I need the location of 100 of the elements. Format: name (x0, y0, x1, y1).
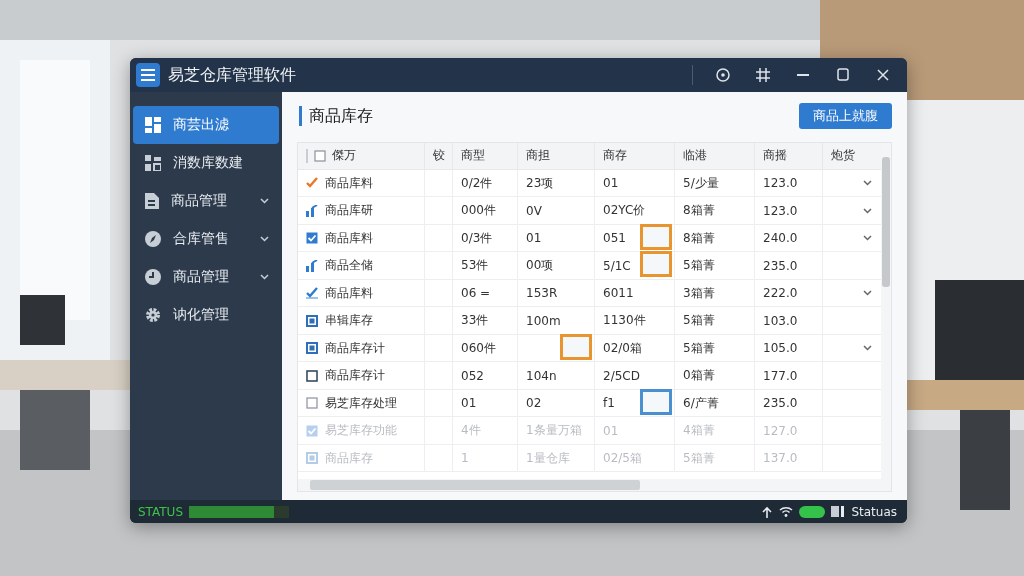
table-cell: 33件 (461, 312, 489, 330)
table-cell: 153R (526, 286, 558, 301)
table-cell: 240.0 (763, 231, 798, 246)
checkbox-icon[interactable] (306, 232, 318, 245)
chevron-down-icon[interactable] (863, 235, 872, 242)
table-cell: 1130件 (603, 312, 646, 330)
status-text: Statuas (851, 504, 897, 519)
table-cell: 5箱菁 (683, 312, 715, 330)
sidebar-item[interactable]: 商品管理 (133, 182, 279, 220)
table-cell: 103.0 (763, 313, 798, 328)
vertical-scrollbar[interactable] (881, 142, 891, 491)
table-cell: 4件 (461, 422, 481, 440)
table-cell: 商品库存 (325, 449, 373, 467)
checkbox-icon[interactable] (306, 314, 318, 327)
column-header[interactable]: 炮货 (823, 142, 883, 170)
table-cell: 127.0 (763, 423, 798, 438)
bar-chart-icon (306, 204, 318, 217)
close-icon[interactable] (877, 69, 889, 81)
table-cell: 1 (461, 451, 469, 466)
checkbox-icon[interactable] (306, 369, 318, 382)
settings-icon (145, 307, 161, 323)
table-cell: 商品库存计 (325, 367, 385, 385)
table-cell: 222.0 (763, 286, 798, 301)
column-header[interactable]: 商存 (595, 142, 675, 170)
column-header[interactable]: 商型 (453, 142, 518, 170)
checkbox-icon[interactable] (306, 287, 318, 300)
table-cell: 6011 (603, 286, 634, 301)
tick-icon (306, 177, 318, 190)
table-cell: 8箱菁 (683, 229, 715, 247)
upload-icon (761, 505, 774, 518)
table-cell: 5箱菁 (683, 449, 715, 467)
compass-icon (145, 231, 161, 247)
table-cell: 5箱菁 (683, 339, 715, 357)
table-cell: 01 (526, 231, 542, 246)
table-cell: 02 (526, 396, 542, 411)
table-cell: 5/1C (603, 258, 631, 273)
window-title: 易芝仓库管理软件 (168, 64, 297, 86)
checkbox-icon[interactable] (314, 149, 326, 162)
column-header[interactable]: 傑万 (332, 147, 356, 165)
table-cell: 1条量万箱 (526, 422, 582, 440)
horizontal-scrollbar[interactable] (298, 479, 883, 491)
table-cell: 01 (603, 423, 619, 438)
clock-icon (145, 269, 161, 285)
table-cell: 商品库料 (325, 229, 373, 247)
column-header[interactable]: 商担 (518, 142, 595, 170)
maximize-icon[interactable] (837, 68, 849, 82)
checkbox-icon[interactable] (306, 342, 318, 355)
bar-chart-icon (306, 259, 318, 272)
table-cell: 5/少量 (683, 174, 719, 192)
toggle-switch[interactable] (799, 505, 826, 518)
action-button[interactable]: 商品上就腹 (799, 102, 892, 129)
table-cell: 02/5箱 (603, 449, 642, 467)
table-cell: 商品全储 (325, 257, 373, 275)
table-cell: 235.0 (763, 396, 798, 411)
column-header[interactable]: 临港 (675, 142, 755, 170)
menu-button[interactable] (136, 63, 160, 87)
table-cell: 3箱菁 (683, 284, 715, 302)
table-cell: 01 (461, 396, 477, 411)
sidebar-item[interactable]: 消数库数建 (133, 144, 279, 182)
table-cell: 0/3件 (461, 229, 493, 247)
sidebar-item[interactable]: 商芸出滤 (133, 106, 279, 144)
table-cell: 052 (461, 368, 484, 383)
table-cell: 0V (526, 203, 542, 218)
table-cell: 串辑库存 (325, 312, 373, 330)
checkbox-icon[interactable] (306, 397, 318, 410)
table-cell: 4箱菁 (683, 422, 715, 440)
table-cell: 060件 (461, 339, 496, 357)
table-cell: 000件 (461, 202, 496, 220)
table-cell: 53件 (461, 257, 489, 275)
column-header[interactable]: 铰 (425, 142, 453, 170)
sidebar-item[interactable]: 合库管售 (133, 220, 279, 258)
table-cell: 177.0 (763, 368, 798, 383)
table-cell: 5箱菁 (683, 257, 715, 275)
chevron-down-icon[interactable] (863, 180, 872, 187)
table-cell: 易芝库存功能 (325, 422, 397, 440)
table-cell: 8箱菁 (683, 202, 715, 220)
table-cell: 1量仓库 (526, 449, 570, 467)
table-cell: 23项 (526, 174, 554, 192)
table-cell: 6/产菁 (683, 394, 719, 412)
location-icon[interactable] (716, 68, 730, 82)
column-header[interactable]: 商摇 (755, 142, 823, 170)
table-cell: 137.0 (763, 451, 798, 466)
table-cell: 104n (526, 368, 557, 383)
table-cell: 0/2件 (461, 174, 493, 192)
table-cell: f1 (603, 396, 615, 411)
dashboard-icon (145, 117, 161, 133)
chevron-down-icon[interactable] (863, 207, 872, 214)
wifi-icon (779, 506, 794, 517)
table-cell: 商品库存计 (325, 339, 385, 357)
page-title: 商品库存 (299, 105, 373, 126)
table-cell: 商品库研 (325, 202, 373, 220)
table-cell: 235.0 (763, 258, 798, 273)
grid-icon[interactable] (756, 68, 770, 82)
sidebar-item[interactable]: 讷化管理 (133, 296, 279, 334)
chevron-down-icon[interactable] (863, 290, 872, 297)
status-label: STATUS (138, 504, 184, 519)
table-cell: 商品库料 (325, 174, 373, 192)
chevron-down-icon[interactable] (863, 345, 872, 352)
menu-icon (141, 69, 155, 81)
sidebar-item[interactable]: 商品管理 (133, 258, 279, 296)
